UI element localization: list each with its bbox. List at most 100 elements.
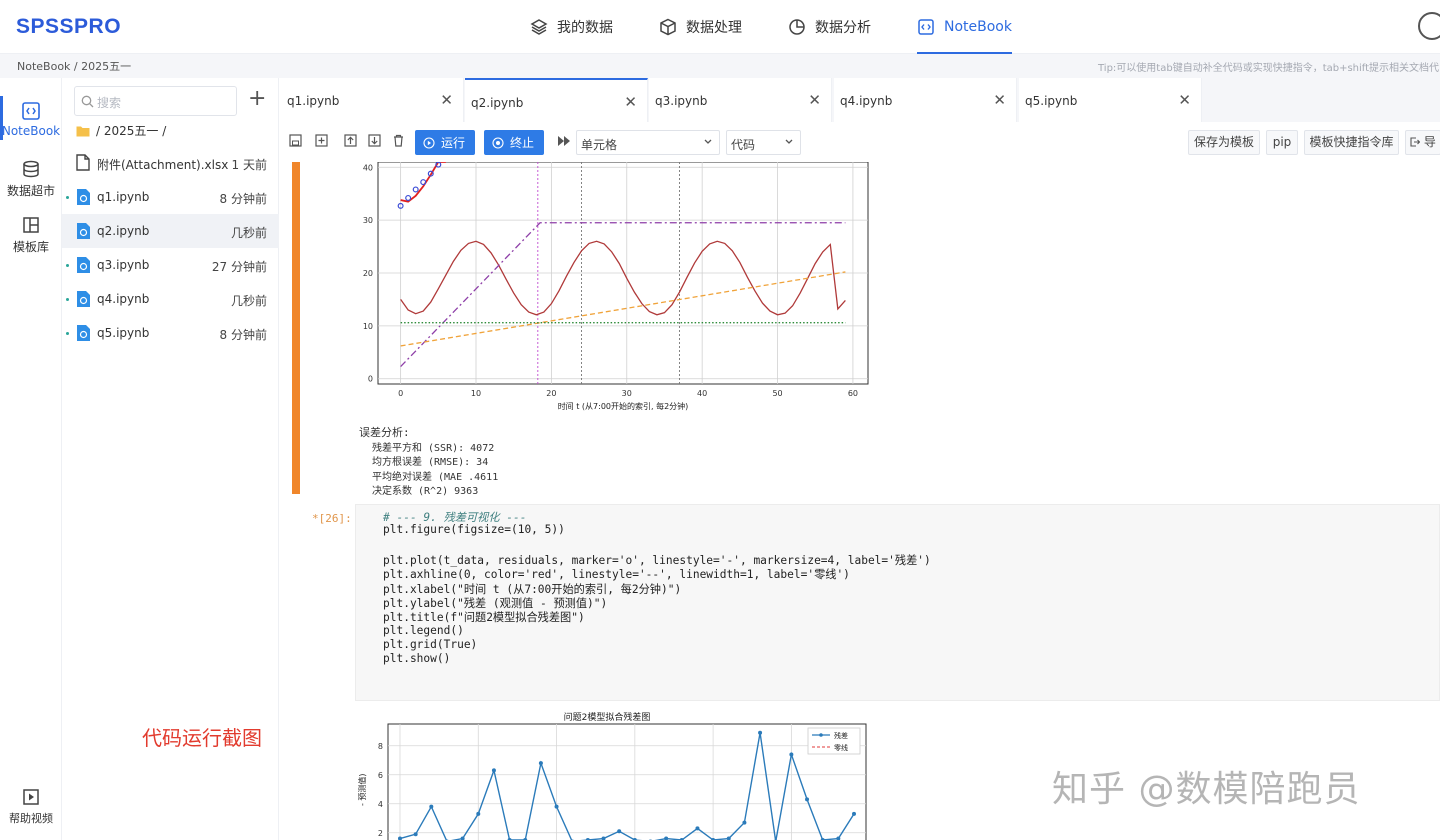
y-tick-label: 6 xyxy=(378,771,383,780)
residual-point xyxy=(554,804,559,809)
y-tick-label: 2 xyxy=(378,829,383,838)
error-analysis-title: 误差分析: xyxy=(359,426,410,439)
folder-label: / 2025五一 / xyxy=(96,124,167,138)
help-video[interactable]: 帮助视频 xyxy=(0,788,62,826)
nav-notebook[interactable]: NoteBook xyxy=(917,0,1012,54)
y-tick-label: 30 xyxy=(363,216,373,225)
rail-template-library[interactable]: 模板库 xyxy=(0,216,62,255)
file-name: q2.ipynb xyxy=(97,224,150,238)
x-tick-label: 50 xyxy=(772,389,782,398)
x-tick-label: 20 xyxy=(546,389,556,398)
save-icon[interactable] xyxy=(289,134,302,147)
file-item-attachment[interactable]: 附件(Attachment).xlsx 1 天前 xyxy=(62,146,279,180)
file-time: 8 分钟前 xyxy=(219,328,267,342)
file-item-q3[interactable]: q3.ipynb 27 分钟前 xyxy=(62,248,279,282)
rail-notebook[interactable]: NoteBook xyxy=(0,96,62,140)
close-icon[interactable]: ✕ xyxy=(808,91,821,109)
logo[interactable]: SPSSPRO xyxy=(16,15,121,39)
tab-q1[interactable]: q1.ipynb ✕ xyxy=(281,78,464,122)
residual-point xyxy=(413,832,418,837)
move-down-icon[interactable] xyxy=(368,134,381,147)
close-icon[interactable]: ✕ xyxy=(624,93,637,111)
annotation-label: 代码运行截图 xyxy=(142,726,262,750)
code-line: plt.figure(figsize=(10, 5)) xyxy=(383,523,565,536)
notebook-file-icon xyxy=(77,325,90,341)
file-item-q1[interactable]: q1.ipynb 8 分钟前 xyxy=(62,180,279,214)
rail-label: 数据超市 xyxy=(6,184,55,198)
snippet-library-button[interactable]: 模板快捷指令库 xyxy=(1304,130,1399,155)
file-item-q2[interactable]: q2.ipynb 几秒前 xyxy=(62,214,279,248)
search-placeholder: 搜索 xyxy=(97,96,122,110)
tab-q5[interactable]: q5.ipynb ✕ xyxy=(1019,78,1202,122)
add-file-button[interactable]: + xyxy=(248,88,266,110)
select-value: 单元格 xyxy=(581,138,618,152)
tab-label: q5.ipynb xyxy=(1025,94,1078,108)
code-line: plt.axhline(0, color='red', linestyle='-… xyxy=(383,568,850,581)
fit-chart: 0 10 20 30 40 50 60 0 10 20 30 40 时间 t (从7:00开始的索引, … xyxy=(363,162,869,411)
notebook-file-icon xyxy=(77,223,90,239)
file-time: 几秒前 xyxy=(230,226,267,240)
move-up-icon[interactable] xyxy=(344,134,357,147)
rail-data-market[interactable]: 数据超市 xyxy=(0,160,62,199)
cell-prompt: *[26]: xyxy=(312,512,352,525)
trash-icon[interactable] xyxy=(392,134,405,147)
folder-icon xyxy=(76,126,90,136)
cell-type-select[interactable]: 代码 xyxy=(726,130,801,155)
y-tick-label: 10 xyxy=(363,322,373,331)
saved-dot-icon xyxy=(66,332,69,335)
pip-button[interactable]: pip xyxy=(1266,130,1298,155)
stop-button[interactable]: 终止 xyxy=(484,130,544,155)
file-item-q4[interactable]: q4.ipynb 几秒前 xyxy=(62,282,279,316)
legend-swatch-marker xyxy=(819,733,823,737)
close-icon[interactable]: ✕ xyxy=(1178,91,1191,109)
y-tick-label: 4 xyxy=(378,800,383,809)
top-nav: 我的数据 数据处理 数据分析 NoteBook xyxy=(530,0,1058,54)
residual-point xyxy=(429,804,434,809)
export-button[interactable]: 导 xyxy=(1405,130,1440,155)
nav-data-processing[interactable]: 数据处理 xyxy=(659,0,742,54)
cell-scope-select[interactable]: 单元格 xyxy=(576,130,720,155)
cube-icon xyxy=(660,18,676,36)
nav-my-data[interactable]: 我的数据 xyxy=(530,0,613,54)
y-tick-label: 20 xyxy=(363,269,373,278)
code-icon xyxy=(918,19,934,35)
file-item-q5[interactable]: q5.ipynb 8 分钟前 xyxy=(62,316,279,350)
close-icon[interactable]: ✕ xyxy=(993,91,1006,109)
folder-path[interactable]: / 2025五一 / xyxy=(76,122,166,139)
notebook-toolbar: 运行 终止 单元格 代码 保存为模板 pip 模板快捷指令库 导 xyxy=(281,122,1440,162)
tab-q4[interactable]: q4.ipynb ✕ xyxy=(834,78,1017,122)
rail-label: NoteBook xyxy=(1,124,61,138)
notebook-content: 0 10 20 30 40 50 60 0 10 20 30 40 时间 t (从7:00开始的索引, … xyxy=(281,162,1440,840)
code-line: plt.show() xyxy=(383,652,451,665)
user-avatar-icon[interactable] xyxy=(1418,12,1440,40)
chevron-down-icon xyxy=(704,139,712,144)
run-button[interactable]: 运行 xyxy=(415,130,475,155)
tab-label: q3.ipynb xyxy=(655,94,708,108)
x-tick-label: 10 xyxy=(471,389,481,398)
file-time: 几秒前 xyxy=(230,294,267,308)
code-line: plt.grid(True) xyxy=(383,638,478,651)
close-icon[interactable]: ✕ xyxy=(440,91,453,109)
add-cell-icon[interactable] xyxy=(315,134,328,147)
residual-point xyxy=(617,829,622,834)
tab-q3[interactable]: q3.ipynb ✕ xyxy=(649,78,832,122)
breadcrumb-bar: NoteBook / 2025五一 Tip:可以使用tab键自动补全代码或实现快… xyxy=(0,54,1440,78)
file-time: 8 分钟前 xyxy=(219,192,267,206)
residual-point xyxy=(789,752,794,757)
residual-point xyxy=(491,768,496,773)
fast-forward-icon[interactable] xyxy=(558,136,570,146)
video-icon xyxy=(23,789,39,805)
error-line-ssr: 残差平方和 (SSR): 4072 xyxy=(372,443,495,454)
notebook-file-icon xyxy=(77,189,90,205)
x-axis-label: 时间 t (从7:00开始的索引, 每2分钟) xyxy=(558,401,689,411)
residual-point xyxy=(538,761,543,766)
tab-q2[interactable]: q2.ipynb ✕ xyxy=(465,78,648,122)
pie-icon xyxy=(789,19,805,35)
watermark: 知乎 @数模陪跑员 xyxy=(1052,769,1361,810)
y-axis-label: - 预测值) xyxy=(357,773,367,806)
code-cell[interactable]: # --- 9. 残差可视化 --- plt.figure(figsize=(1… xyxy=(355,504,1440,701)
tab-label: q4.ipynb xyxy=(840,94,893,108)
search-input[interactable]: 搜索 xyxy=(74,86,237,116)
nav-data-analysis[interactable]: 数据分析 xyxy=(788,0,871,54)
save-template-button[interactable]: 保存为模板 xyxy=(1188,130,1260,155)
